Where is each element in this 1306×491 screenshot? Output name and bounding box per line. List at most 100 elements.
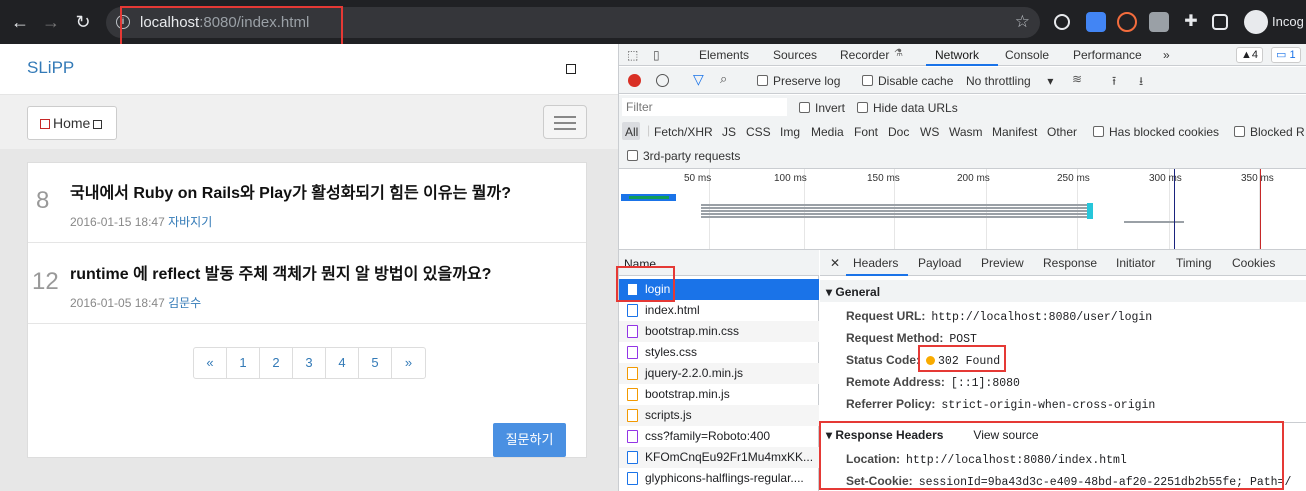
request-row[interactable]: index.html — [619, 300, 819, 321]
hide-data-urls-checkbox[interactable]: Hide data URLs — [857, 101, 958, 115]
incognito-avatar-icon[interactable] — [1244, 10, 1268, 34]
script-icon — [627, 367, 638, 380]
request-row[interactable]: bootstrap.min.css — [619, 321, 819, 342]
page-5[interactable]: 5 — [359, 348, 392, 378]
question-row[interactable]: 8 국내에서 Ruby on Rails와 Play가 활성화되기 힘든 이유는… — [28, 163, 586, 243]
tab-performance[interactable]: Performance — [1073, 48, 1142, 62]
third-party-checkbox[interactable]: 3rd-party requests — [627, 149, 740, 163]
inspect-icon[interactable]: ⬚ — [627, 48, 638, 62]
tab-recorder[interactable]: Recorder — [840, 48, 889, 62]
puzzle-extensions-icon[interactable]: ✚ — [1181, 12, 1201, 32]
author-link[interactable]: 자바지기 — [168, 215, 212, 229]
ask-question-button[interactable]: 질문하기 — [493, 423, 566, 457]
translate-extension-icon[interactable] — [1086, 12, 1106, 32]
sub-navbar: Home — [0, 95, 618, 149]
request-row[interactable]: css?family=Roboto:400 — [619, 426, 819, 447]
tick-label: 100 ms — [774, 173, 807, 184]
reload-icon[interactable]: ↻ — [72, 11, 94, 33]
filter-icon[interactable]: ▽ — [693, 71, 704, 88]
more-tabs-icon[interactable]: » — [1163, 48, 1170, 62]
brand-logo[interactable]: SLiPP — [27, 58, 74, 78]
network-overview-timeline[interactable]: 50 ms 100 ms 150 ms 200 ms 250 ms 300 ms… — [619, 169, 1306, 250]
timeline-bar — [701, 213, 1089, 215]
type-all[interactable]: All — [625, 125, 638, 139]
author-link[interactable]: 김문수 — [168, 296, 201, 310]
warnings-badge[interactable]: ▲4 — [1236, 47, 1264, 63]
request-row[interactable]: styles.css — [619, 342, 819, 363]
tab-console[interactable]: Console — [1005, 48, 1049, 62]
invert-checkbox[interactable]: Invert — [799, 101, 845, 115]
filter-input[interactable]: Filter — [622, 98, 787, 116]
back-icon[interactable]: ← — [9, 11, 31, 33]
type-fetch-xhr[interactable]: Fetch/XHR — [654, 125, 713, 139]
bookmark-star-icon[interactable]: ☆ — [1015, 12, 1030, 32]
type-css[interactable]: CSS — [746, 125, 771, 139]
tab-cookies[interactable]: Cookies — [1232, 256, 1275, 270]
general-section-header[interactable]: ▾ General — [820, 280, 1306, 302]
page-3[interactable]: 3 — [293, 348, 326, 378]
close-icon[interactable]: ✕ — [830, 256, 840, 270]
timeline-bar — [1087, 203, 1093, 219]
tab-response[interactable]: Response — [1043, 256, 1097, 270]
tab-sources[interactable]: Sources — [773, 48, 817, 62]
tab-timing[interactable]: Timing — [1176, 256, 1212, 270]
request-row[interactable]: glyphicons-halflings-regular.... — [619, 468, 819, 489]
type-ws[interactable]: WS — [920, 125, 939, 139]
type-img[interactable]: Img — [780, 125, 800, 139]
throttling-select[interactable]: No throttling ▾ — [966, 74, 1053, 88]
sidebar-icon[interactable] — [1212, 14, 1228, 30]
request-row[interactable]: scripts.js — [619, 405, 819, 426]
status-highlight-box — [918, 345, 1006, 372]
search-icon[interactable]: ⌕ — [720, 71, 727, 87]
tab-initiator[interactable]: Initiator — [1116, 256, 1155, 270]
question-title[interactable]: runtime 에 reflect 발동 주체 객체가 뭔지 알 방법이 있을까… — [70, 260, 491, 284]
network-conditions-icon[interactable]: ≋ — [1072, 72, 1082, 86]
tab-headers[interactable]: Headers — [853, 256, 898, 270]
type-js[interactable]: JS — [722, 125, 736, 139]
home-button[interactable]: Home — [27, 106, 117, 140]
type-manifest[interactable]: Manifest — [992, 125, 1037, 139]
device-toggle-icon[interactable]: ▯ — [653, 48, 660, 62]
type-doc[interactable]: Doc — [888, 125, 909, 139]
page-prev[interactable]: « — [194, 348, 227, 378]
tab-payload[interactable]: Payload — [918, 256, 961, 270]
tab-preview[interactable]: Preview — [981, 256, 1024, 270]
question-row[interactable]: 12 runtime 에 reflect 발동 주체 객체가 뭔지 알 방법이 … — [28, 244, 586, 324]
upload-icon[interactable]: ⭱ — [1112, 72, 1116, 93]
circle-extension-icon[interactable] — [1054, 14, 1070, 30]
blocked-requests-checkbox[interactable]: Blocked R — [1234, 125, 1305, 139]
type-font[interactable]: Font — [854, 125, 878, 139]
disable-cache-checkbox[interactable]: Disable cache — [862, 74, 953, 88]
page-4[interactable]: 4 — [326, 348, 359, 378]
download-icon[interactable]: ⭳ — [1139, 72, 1143, 93]
page-next[interactable]: » — [392, 348, 425, 378]
record-icon[interactable] — [628, 74, 641, 87]
type-wasm[interactable]: Wasm — [949, 125, 983, 139]
answer-count: 12 — [32, 268, 59, 295]
timeline-bar — [701, 216, 1089, 218]
tab-elements[interactable]: Elements — [699, 48, 749, 62]
pagination: « 1 2 3 4 5 » — [193, 347, 426, 379]
tab-network[interactable]: Network — [935, 48, 979, 62]
image-extension-icon[interactable] — [1149, 12, 1169, 32]
request-url-row: Request URL: http://localhost:8080/user/l… — [846, 309, 1153, 324]
extension-icon[interactable] — [1117, 12, 1137, 32]
login-highlight-box — [616, 266, 675, 302]
profile-label[interactable]: Incog — [1272, 14, 1304, 29]
request-row[interactable]: jquery-2.2.0.min.js — [619, 363, 819, 384]
type-media[interactable]: Media — [811, 125, 844, 139]
messages-badge[interactable]: ▭ 1 — [1271, 47, 1301, 63]
tick-label: 50 ms — [684, 173, 712, 184]
menu-toggle-button[interactable] — [543, 105, 587, 139]
preserve-log-checkbox[interactable]: Preserve log — [757, 74, 840, 88]
brand-bar: SLiPP — [0, 44, 618, 95]
clear-icon[interactable] — [656, 74, 669, 87]
type-other[interactable]: Other — [1047, 125, 1077, 139]
page-2[interactable]: 2 — [260, 348, 293, 378]
has-blocked-cookies-checkbox[interactable]: Has blocked cookies — [1093, 125, 1219, 139]
page-1[interactable]: 1 — [227, 348, 260, 378]
request-row[interactable]: bootstrap.min.js — [619, 384, 819, 405]
forward-icon[interactable]: → — [40, 11, 62, 33]
request-row[interactable]: KFOmCnqEu92Fr1Mu4mxKK... — [619, 447, 819, 468]
question-title[interactable]: 국내에서 Ruby on Rails와 Play가 활성화되기 힘든 이유는 뭘… — [70, 179, 511, 203]
